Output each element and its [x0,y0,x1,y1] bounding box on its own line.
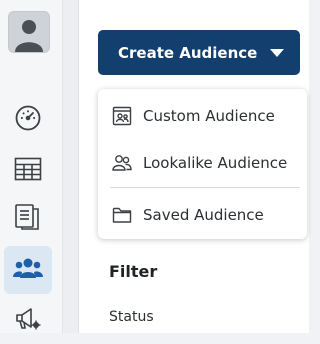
sidebar [0,0,62,333]
menu-item-lookalike-audience[interactable]: Lookalike Audience [98,146,307,180]
speedometer-icon [14,104,42,136]
menu-item-label: Custom Audience [143,107,275,125]
caret-down-icon [270,49,284,57]
filter-title: Filter [109,262,158,281]
create-audience-button[interactable]: Create Audience [98,30,300,75]
nav-table[interactable] [4,147,52,195]
people-icon [13,257,43,283]
user-avatar-icon[interactable] [8,11,50,53]
table-icon [14,157,42,185]
megaphone-icon [14,304,42,336]
create-audience-label: Create Audience [118,43,258,62]
status-label: Status [109,309,154,325]
nav-dashboard[interactable] [4,96,52,144]
nav-audiences[interactable] [4,246,52,294]
menu-divider [110,187,300,188]
documents-icon [14,203,42,235]
menu-item-saved-audience[interactable]: Saved Audience [98,198,307,232]
menu-item-custom-audience[interactable]: Custom Audience [98,99,307,133]
sidebar-gutter [62,0,79,333]
lookalike-people-icon [112,153,132,173]
menu-item-label: Saved Audience [143,206,264,224]
custom-audience-icon [112,106,132,126]
folder-icon [112,205,132,225]
nav-reports[interactable] [4,195,52,243]
menu-item-label: Lookalike Audience [143,154,288,172]
create-audience-menu: Custom Audience Lookalike Audience Saved… [98,89,307,239]
nav-campaigns[interactable] [4,296,52,344]
